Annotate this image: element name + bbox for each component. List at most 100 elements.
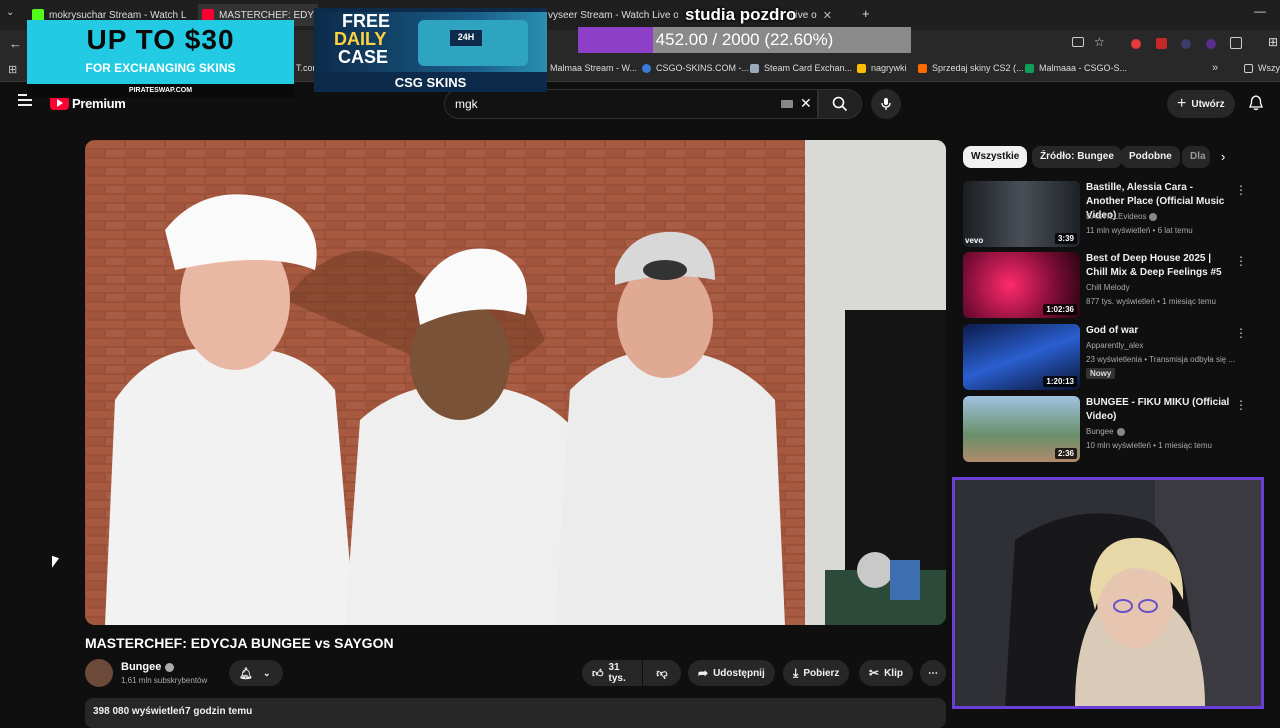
more-vertical-icon[interactable]: ⋮ bbox=[1235, 398, 1247, 412]
new-badge: Nowy bbox=[1086, 368, 1116, 379]
extension-icon[interactable] bbox=[1181, 39, 1191, 49]
recommendation-channel: BASTILLEvideos bbox=[1086, 212, 1158, 221]
bookmark-item[interactable]: Malmaaa - CSGO-S... bbox=[1025, 63, 1127, 73]
share-arrow-icon: ➦ bbox=[698, 666, 709, 680]
drive-icon bbox=[857, 63, 866, 73]
bookmark-item[interactable]: CSGO-SKINS.COM -... bbox=[642, 63, 749, 73]
video-title: MASTERCHEF: EDYCJA BUNGEE vs SAYGON bbox=[85, 635, 394, 651]
new-tab-icon[interactable]: + bbox=[862, 6, 870, 21]
goal-text: 452.00 / 2000 (22.60%) bbox=[655, 30, 834, 49]
more-vertical-icon[interactable]: ⋮ bbox=[1235, 326, 1247, 340]
chevron-down-icon: ⌄ bbox=[262, 667, 271, 678]
ad-headline: UP TO $30 bbox=[86, 24, 235, 55]
search-input[interactable]: mgk ✕ bbox=[444, 89, 818, 119]
extension-icon[interactable] bbox=[1206, 39, 1216, 49]
youtube-logo-icon[interactable] bbox=[50, 96, 69, 110]
back-icon[interactable]: ← bbox=[9, 36, 22, 51]
duration-badge: 1:02:36 bbox=[1043, 304, 1077, 315]
bookmark-item[interactable]: Sprzedaj skiny CS2 (... bbox=[918, 63, 1024, 73]
tab-label: vyseer Stream - Watch Live on bbox=[548, 9, 678, 21]
microphone-icon bbox=[881, 98, 891, 110]
steam-icon bbox=[750, 63, 759, 73]
duration-badge: 3:39 bbox=[1054, 233, 1077, 244]
bookmark-label: nagrywki bbox=[871, 63, 907, 73]
install-app-icon[interactable] bbox=[1072, 37, 1084, 47]
recommendation-channel: Apparently_alex bbox=[1086, 341, 1144, 350]
more-actions-button[interactable]: ⋯ bbox=[920, 660, 946, 686]
more-vertical-icon[interactable]: ⋮ bbox=[1235, 254, 1247, 268]
thumbs-down-icon: 👎︎ bbox=[656, 667, 668, 680]
channel-avatar[interactable] bbox=[85, 659, 113, 687]
clip-button[interactable]: ✂ Klip bbox=[859, 660, 913, 686]
webcam-image bbox=[955, 480, 1261, 706]
sheets-icon bbox=[1025, 63, 1034, 73]
youtube-premium-logo[interactable]: Premium bbox=[72, 96, 126, 111]
webcam-overlay bbox=[952, 477, 1264, 709]
bookmark-item[interactable]: Steam Card Exchan... bbox=[750, 63, 852, 73]
chevron-right-icon[interactable]: › bbox=[1221, 149, 1225, 164]
tab-label: mokrysuchar Stream - Watch L bbox=[49, 9, 187, 21]
clear-search-icon[interactable]: ✕ bbox=[800, 95, 812, 112]
browser-tab[interactable]: vyseer Stream - Watch Live on ✕ bbox=[548, 4, 678, 26]
extension-icon[interactable] bbox=[1156, 38, 1167, 49]
pirateswap-ad-banner: UP TO $30 FOR EXCHANGING SKINS PIRATESWA… bbox=[27, 20, 294, 98]
ad-subline: FOR EXCHANGING SKINS bbox=[85, 61, 236, 75]
download-button[interactable]: ⤓ Pobierz bbox=[783, 660, 850, 686]
more-bookmarks-icon[interactable]: » bbox=[1212, 62, 1218, 74]
chip-all[interactable]: Wszystkie bbox=[963, 146, 1028, 168]
notifications-bell-icon[interactable] bbox=[1249, 95, 1263, 116]
bookmark-label: Sprzedaj skiny CS2 (... bbox=[932, 63, 1024, 73]
channel-label: BASTILLEvideos bbox=[1086, 212, 1147, 221]
subscription-bell-button[interactable]: 🔔︎ ⌄ bbox=[229, 660, 283, 686]
bookmark-item[interactable]: Malmaa Stream - W... bbox=[550, 63, 637, 73]
recommendation-item[interactable]: 1:20:13 God of war Apparently_alex 23 wy… bbox=[963, 324, 1263, 390]
extension-icon[interactable] bbox=[1131, 39, 1141, 49]
keyboard-icon[interactable] bbox=[781, 100, 793, 108]
more-vertical-icon[interactable]: ⋮ bbox=[1235, 183, 1247, 197]
recommendation-title: God of war bbox=[1086, 325, 1139, 336]
tab-search-icon[interactable]: ⌄ bbox=[6, 7, 14, 18]
download-icon: ⤓ bbox=[793, 665, 799, 680]
profile-icon[interactable]: ⊞ bbox=[1268, 35, 1278, 49]
description-box[interactable]: 398 080 wyświetleń 7 godzin temu bbox=[85, 698, 946, 728]
extensions-puzzle-icon[interactable] bbox=[1230, 37, 1242, 49]
channel-name[interactable]: Bungee bbox=[121, 661, 175, 673]
bookmark-label: CSGO-SKINS.COM -... bbox=[656, 63, 750, 73]
bookmark-item[interactable]: nagrywki bbox=[857, 63, 907, 73]
thumbs-up-icon: 👍︎ bbox=[592, 667, 604, 680]
mouse-cursor-icon bbox=[52, 555, 59, 571]
duration-badge: 2:36 bbox=[1054, 448, 1077, 459]
chip-source[interactable]: Źródło: Bungee bbox=[1032, 146, 1122, 168]
folder-icon bbox=[1244, 63, 1253, 73]
chip-for-you[interactable]: Dla bbox=[1182, 146, 1210, 168]
video-player[interactable] bbox=[85, 140, 946, 625]
vevo-badge: vevo bbox=[965, 236, 984, 245]
site-icon bbox=[918, 63, 927, 73]
chip-related[interactable]: Podobne bbox=[1121, 146, 1180, 168]
upload-time: 7 godzin temu bbox=[185, 706, 253, 717]
video-thumbnail: vevo 3:39 bbox=[963, 181, 1080, 247]
search-button[interactable] bbox=[818, 89, 862, 119]
recommendation-item[interactable]: vevo 3:39 Bastille, Alessia Cara - Anoth… bbox=[963, 181, 1263, 247]
other-bookmarks[interactable]: Wszy bbox=[1244, 63, 1280, 73]
recommendation-item[interactable]: 1:02:36 Best of Deep House 2025 | Chill … bbox=[963, 252, 1263, 318]
video-thumbnail: 1:20:13 bbox=[963, 324, 1080, 390]
voice-search-button[interactable] bbox=[871, 89, 901, 119]
browser-tab[interactable]: Live o ✕ bbox=[790, 4, 850, 26]
share-button[interactable]: ➦ Udostępnij bbox=[688, 660, 775, 686]
recommendation-title: BUNGEE - FIKU MIKU (Official Video) bbox=[1086, 397, 1230, 422]
create-button[interactable]: + Utwórz bbox=[1167, 90, 1235, 118]
ad-brand: CSG SKINS bbox=[394, 75, 467, 90]
share-label: Udostępnij bbox=[713, 667, 765, 679]
video-thumbnail: 1:02:36 bbox=[963, 252, 1080, 318]
verified-icon bbox=[1116, 427, 1125, 436]
bookmark-star-icon[interactable]: ☆ bbox=[1094, 35, 1105, 49]
apps-grid-icon[interactable]: ⊞ bbox=[8, 63, 17, 76]
close-icon[interactable]: ✕ bbox=[823, 9, 832, 22]
dislike-button[interactable]: 👎︎ bbox=[643, 660, 681, 686]
tab-label: MASTERCHEF: EDYCJA BU bbox=[219, 9, 318, 21]
recommendation-item[interactable]: 2:36 BUNGEE - FIKU MIKU (Official Video)… bbox=[963, 396, 1263, 462]
bookmark-label: Malmaaa - CSGO-S... bbox=[1039, 63, 1128, 73]
minimize-icon[interactable]: — bbox=[1254, 4, 1266, 18]
like-button[interactable]: 👍︎ 31 tys. bbox=[582, 660, 642, 686]
